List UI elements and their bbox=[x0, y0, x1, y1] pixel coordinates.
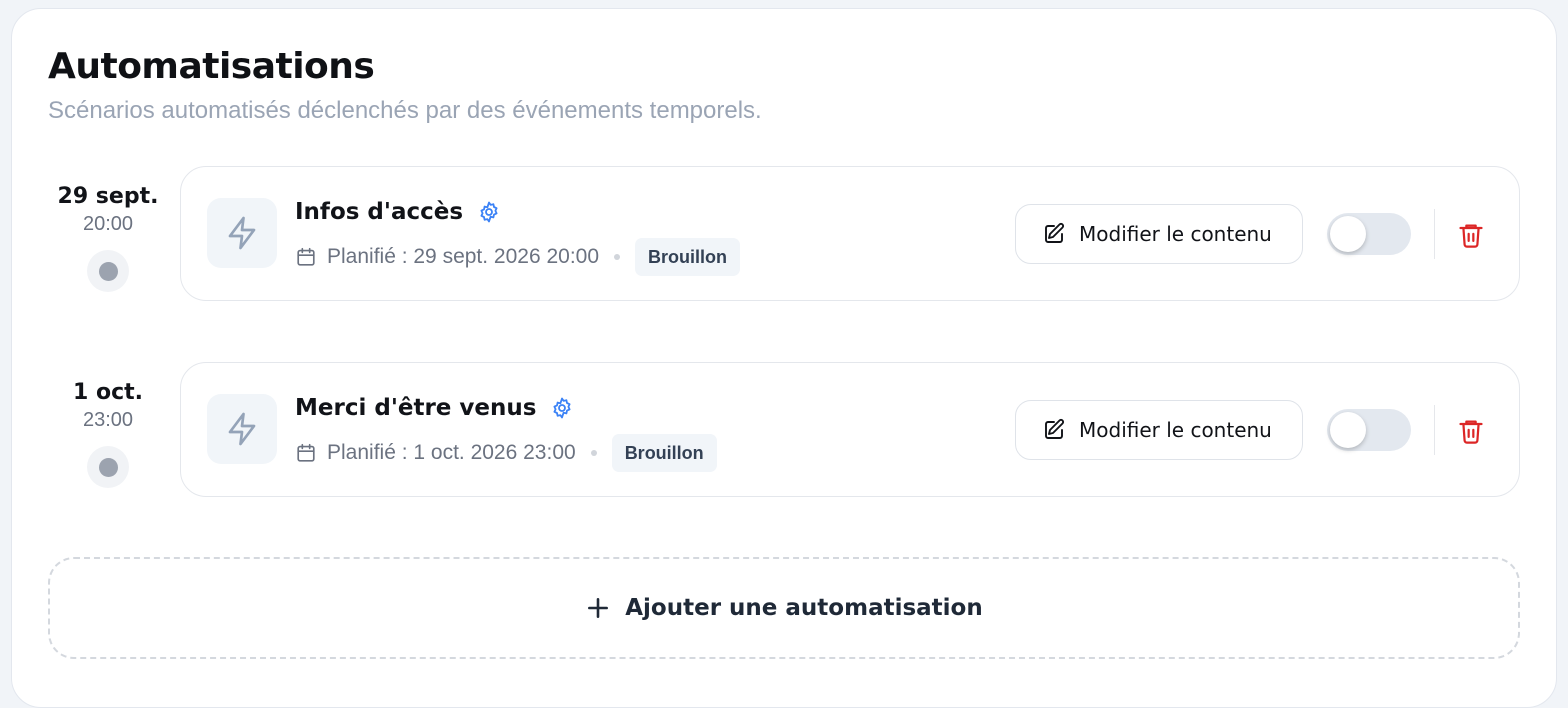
edit-content-button[interactable]: Modifier le contenu bbox=[1015, 400, 1303, 460]
plus-icon bbox=[585, 595, 611, 621]
status-badge: Brouillon bbox=[635, 238, 741, 276]
toggle-knob bbox=[1330, 412, 1366, 448]
add-automation-button[interactable]: Ajouter une automatisation bbox=[48, 557, 1520, 659]
calendar-icon bbox=[295, 246, 317, 268]
timeline-day: 1 oct. bbox=[73, 380, 143, 405]
separator-dot bbox=[614, 254, 621, 260]
timeline-day: 29 sept. bbox=[57, 184, 159, 209]
timeline-time: 20:00 bbox=[82, 213, 134, 235]
toggle-knob bbox=[1330, 216, 1366, 252]
timeline-time: 23:00 bbox=[82, 409, 134, 431]
schedule-row: Planifié : 1 oct. 2026 23:00 Brouillon bbox=[295, 434, 717, 472]
card-title-row: Infos d'accès bbox=[295, 199, 501, 225]
calendar-icon bbox=[295, 442, 317, 464]
lightning-bolt-icon bbox=[207, 198, 277, 268]
edit-content-label: Modifier le contenu bbox=[1079, 418, 1272, 442]
edit-content-button[interactable]: Modifier le contenu bbox=[1015, 204, 1303, 264]
automation-card: Merci d'être venus Planifié : 1 oct. 202… bbox=[180, 362, 1520, 497]
trash-icon bbox=[1457, 417, 1485, 445]
delete-button[interactable] bbox=[1451, 215, 1491, 255]
timeline-date: 29 sept. 20:00 bbox=[48, 184, 168, 292]
trash-icon bbox=[1457, 221, 1485, 249]
card-title-row: Merci d'être venus bbox=[295, 395, 574, 421]
schedule-text: Planifié : 1 oct. 2026 23:00 bbox=[327, 441, 576, 464]
add-automation-label: Ajouter une automatisation bbox=[625, 595, 983, 621]
delete-button[interactable] bbox=[1451, 411, 1491, 451]
divider bbox=[1434, 405, 1435, 455]
gear-icon[interactable] bbox=[550, 396, 574, 420]
status-badge: Brouillon bbox=[611, 434, 717, 472]
enable-toggle[interactable] bbox=[1327, 409, 1411, 451]
divider bbox=[1434, 209, 1435, 259]
schedule-text: Planifié : 29 sept. 2026 20:00 bbox=[327, 245, 600, 268]
schedule-row: Planifié : 29 sept. 2026 20:00 Brouillon bbox=[295, 238, 741, 276]
edit-content-label: Modifier le contenu bbox=[1079, 222, 1272, 246]
automation-card: Infos d'accès Planifié : 29 sept. 2026 2… bbox=[180, 166, 1520, 301]
page-subtitle: Scénarios automatisés déclenchés par des… bbox=[48, 97, 762, 124]
timeline-dot bbox=[87, 446, 129, 488]
pencil-square-icon bbox=[1042, 418, 1066, 442]
separator-dot bbox=[590, 450, 597, 456]
gear-icon[interactable] bbox=[477, 200, 501, 224]
enable-toggle[interactable] bbox=[1327, 213, 1411, 255]
pencil-square-icon bbox=[1042, 222, 1066, 246]
timeline-date: 1 oct. 23:00 bbox=[48, 380, 168, 488]
automation-title: Merci d'être venus bbox=[295, 395, 537, 421]
page-title: Automatisations bbox=[48, 46, 375, 87]
lightning-bolt-icon bbox=[207, 394, 277, 464]
timeline-dot bbox=[87, 250, 129, 292]
automation-title: Infos d'accès bbox=[295, 199, 464, 225]
